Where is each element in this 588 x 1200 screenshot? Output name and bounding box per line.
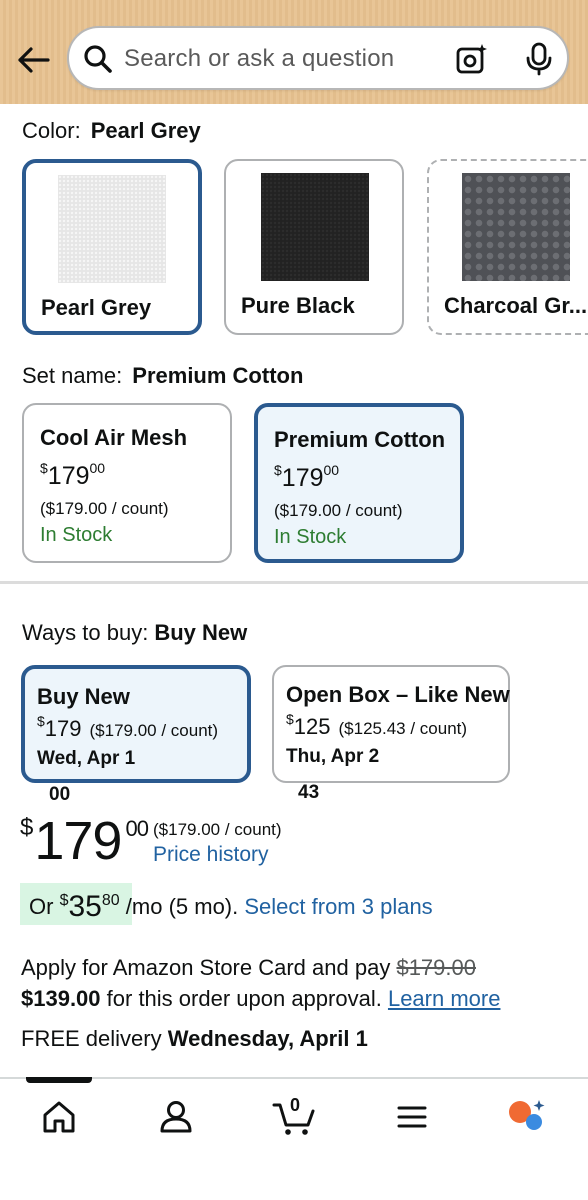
buy-option-open-box[interactable]: Open Box – Like New $125 43 ($125.43 / cou… bbox=[272, 665, 510, 803]
unit-price: ($179.00 / count) bbox=[153, 820, 282, 839]
selected-set: Premium Cotton bbox=[132, 363, 304, 388]
search-input[interactable]: Search or ask a question bbox=[124, 45, 394, 73]
delivery-date: Thu, Apr 2 bbox=[286, 746, 380, 767]
option-price: $17900 bbox=[40, 459, 106, 490]
buy-option-new[interactable]: Buy New $179 00 ($179.00 / count) Wed, Apr… bbox=[21, 665, 251, 805]
learn-more-link[interactable]: Learn more bbox=[388, 986, 501, 1011]
swatch-pure-black[interactable]: Pure Black bbox=[224, 159, 404, 335]
stock-status: In Stock bbox=[274, 526, 347, 548]
swatch-label: Pearl Grey bbox=[41, 295, 152, 320]
microphone-icon[interactable] bbox=[524, 42, 554, 76]
pure-black-image bbox=[261, 173, 369, 281]
option-unit-price: ($179.00 / count) bbox=[40, 499, 169, 518]
cart-count: 0 bbox=[290, 1095, 301, 1115]
delivery-date: Wednesday, April 1 bbox=[167, 1026, 368, 1051]
pearl-grey-image bbox=[58, 175, 166, 283]
option-unit-price: ($179.00 / count) bbox=[274, 501, 403, 520]
bottom-nav: 0 bbox=[0, 1077, 588, 1200]
selected-color: Pearl Grey bbox=[90, 118, 201, 143]
select-plans-link[interactable]: Select from 3 plans bbox=[244, 894, 432, 919]
option-price: $125 43 ($125.43 / count) bbox=[286, 710, 468, 803]
top-bar: Search or ask a question bbox=[0, 0, 588, 104]
delivery-info: FREE delivery Wednesday, April 1 bbox=[21, 1026, 368, 1051]
rufus-assistant-icon[interactable] bbox=[506, 1097, 546, 1137]
swatch-charcoal-grey[interactable]: Charcoal Gr... bbox=[427, 159, 588, 335]
store-card-offer: Apply for Amazon Store Card and pay $179… bbox=[21, 955, 501, 1011]
option-title: Open Box – Like New bbox=[286, 682, 510, 707]
discounted-price: $139.00 bbox=[21, 986, 101, 1011]
option-title: Cool Air Mesh bbox=[40, 425, 188, 450]
color-label: Color: Pearl Grey bbox=[22, 118, 201, 143]
camera-lens-icon[interactable] bbox=[455, 42, 489, 76]
home-icon[interactable] bbox=[39, 1097, 79, 1137]
back-arrow-icon[interactable] bbox=[14, 40, 54, 80]
set-option-cool-air-mesh[interactable]: Cool Air Mesh $17900 ($179.00 / count) I… bbox=[22, 403, 232, 563]
swatch-pearl-grey[interactable]: Pearl Grey bbox=[22, 159, 202, 335]
selected-way: Buy New bbox=[154, 620, 248, 645]
option-price: $179 00 ($179.00 / count) bbox=[37, 712, 219, 805]
ways-to-buy-label: Ways to buy: Buy New bbox=[22, 620, 248, 645]
option-title: Buy New bbox=[37, 684, 130, 709]
search-bar[interactable]: Search or ask a question bbox=[67, 26, 569, 90]
monthly-payment: Or $3580 /mo (5 mo). Select from 3 plans bbox=[29, 890, 433, 923]
option-price: $17900 bbox=[274, 461, 340, 492]
active-tab-indicator bbox=[26, 1077, 92, 1083]
set-option-premium-cotton[interactable]: Premium Cotton $17900 ($179.00 / count) … bbox=[254, 403, 464, 563]
stock-status: In Stock bbox=[40, 524, 113, 546]
cart-button[interactable]: 0 bbox=[272, 1095, 316, 1137]
section-divider bbox=[0, 581, 588, 584]
delivery-date: Wed, Apr 1 bbox=[37, 748, 136, 769]
charcoal-grey-image bbox=[462, 173, 570, 281]
set-name-label: Set name: Premium Cotton bbox=[22, 363, 304, 388]
account-icon[interactable] bbox=[156, 1097, 196, 1137]
old-price: $179.00 bbox=[396, 955, 476, 980]
product-price: $179 00 bbox=[20, 811, 149, 871]
swatch-label: Pure Black bbox=[241, 293, 355, 318]
swatch-label: Charcoal Gr... bbox=[444, 293, 588, 318]
price-history-link[interactable]: Price history bbox=[153, 843, 269, 867]
menu-icon[interactable] bbox=[392, 1097, 432, 1137]
option-title: Premium Cotton bbox=[274, 427, 446, 452]
search-icon bbox=[84, 45, 112, 73]
